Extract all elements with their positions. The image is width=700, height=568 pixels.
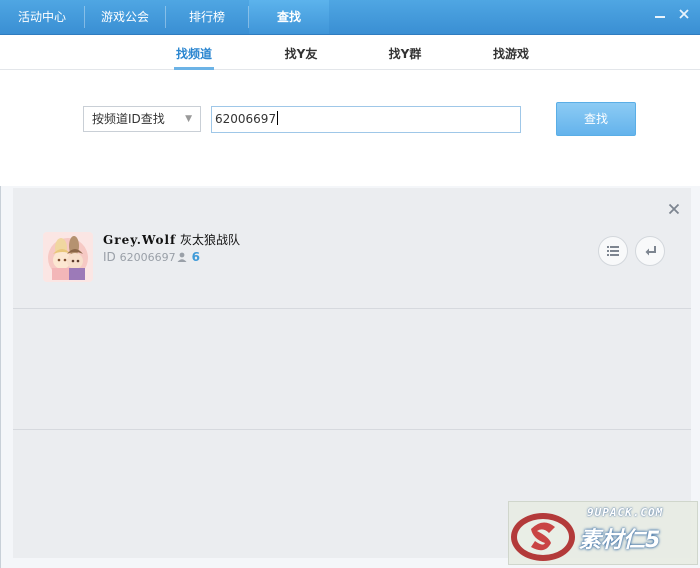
nav-item-activity-center[interactable]: 活动中心 <box>0 0 84 34</box>
tab-find-channel[interactable]: 找频道 <box>174 45 214 70</box>
row-divider <box>13 308 691 309</box>
tab-find-ygroup[interactable]: 找Y群 <box>385 45 425 67</box>
list-icon <box>607 246 619 256</box>
app-window: 活动中心 游戏公会 排行榜 查找 找频道 找Y友 找Y群 找游戏 按频道ID查找… <box>0 0 700 568</box>
channel-meta: ID 62006697 6 <box>103 250 200 265</box>
channel-list-button[interactable] <box>598 236 628 266</box>
watermark-site: 9UPACK.COM <box>587 506 664 519</box>
channel-name-en: Grey.Wolf <box>103 233 177 247</box>
member-icon <box>177 251 187 265</box>
channel-id-value: 62006697 <box>119 251 176 264</box>
chevron-down-icon: ▼ <box>185 114 192 124</box>
search-area: 按频道ID查找 ▼ 62006697 查找 <box>0 70 700 186</box>
search-mode-select[interactable]: 按频道ID查找 ▼ <box>83 106 201 132</box>
top-nav-bar: 活动中心 游戏公会 排行榜 查找 <box>0 0 700 35</box>
channel-name-cn: 灰太狼战队 <box>180 233 241 247</box>
search-subtabs: 找频道 找Y友 找Y群 找游戏 <box>0 35 700 70</box>
channel-avatar[interactable] <box>43 232 93 282</box>
watermark-brand: 素材仁5 <box>579 528 661 553</box>
search-input[interactable]: 62006697 <box>211 106 521 133</box>
channel-id-label: ID <box>103 250 116 264</box>
text-caret <box>277 111 279 125</box>
watermark: 9UPACK.COM 素材仁5 <box>508 501 698 565</box>
tab-find-game[interactable]: 找游戏 <box>489 45 533 67</box>
search-button[interactable]: 查找 <box>556 102 636 136</box>
watermark-logo-icon <box>511 513 575 561</box>
channel-name[interactable]: Grey.Wolf 灰太狼战队 <box>103 231 240 248</box>
nav-item-game-guild[interactable]: 游戏公会 <box>85 0 165 34</box>
search-mode-value: 按频道ID查找 <box>92 112 165 126</box>
nav-item-search[interactable]: 查找 <box>249 0 329 34</box>
close-results-icon[interactable] <box>666 202 682 218</box>
nav-item-ranking[interactable]: 排行榜 <box>166 0 248 34</box>
enter-icon <box>645 246 656 256</box>
minimize-icon[interactable] <box>652 8 668 24</box>
enter-channel-button[interactable] <box>635 236 665 266</box>
search-input-value: 62006697 <box>215 112 277 126</box>
tab-find-yfriend[interactable]: 找Y友 <box>281 45 321 67</box>
row-divider <box>13 429 691 430</box>
close-icon[interactable] <box>676 8 692 24</box>
member-count: 6 <box>191 250 200 264</box>
